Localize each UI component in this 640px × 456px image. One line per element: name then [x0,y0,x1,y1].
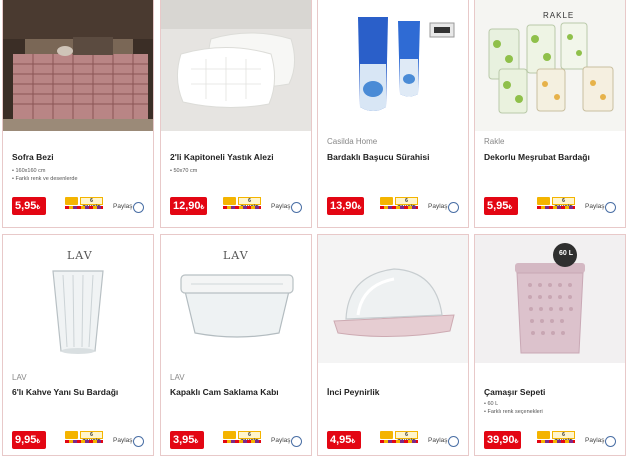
installment-badge: 6 TAKSİT [223,197,261,211]
spec-line: • Farklı renk seçenekleri [484,409,543,415]
price-value: 4,95 [330,434,352,446]
installment-badge: 6 TAKSİT [537,197,575,211]
product-card[interactable]: Casilda Home Bardaklı Başucu Sürahisi 13… [317,0,469,228]
price-badge: 13,90₺ [327,197,365,215]
share-radio-icon[interactable] [133,436,144,447]
product-name[interactable]: Bardaklı Başucu Sürahisi [327,152,430,162]
share-label[interactable]: Paylaş [585,203,605,210]
product-grid: Sofra Bezi • 160x160 cm • Farklı renk ve… [0,0,640,456]
share-label[interactable]: Paylaş [585,437,605,444]
price-badge: 3,95₺ [170,431,204,449]
price-value: 9,95 [15,434,37,446]
installment-label: 6 TAKSİT [238,197,261,211]
product-image[interactable] [475,235,625,363]
brand-logo: LAV [67,249,93,262]
product-brand: Casilda Home [327,137,378,146]
price-value: 39,90 [487,434,515,446]
share-radio-icon[interactable] [291,202,302,213]
product-name[interactable]: Çamaşır Sepeti [484,387,545,397]
installment-badge: 6 TAKSİT [380,197,418,211]
product-name[interactable]: İnci Peynirlik [327,387,379,397]
share-label[interactable]: Paylaş [271,203,291,210]
spec-line: • Farklı renk ve desenlerde [12,176,78,182]
price-currency: ₺ [357,205,362,211]
spec-line: • 60 L [484,401,499,407]
product-card[interactable]: 60 L Çamaşır Sepeti • 60 L • Farklı renk… [474,234,626,456]
installment-label: 6 TAKSİT [80,431,103,445]
share-label[interactable]: Paylaş [271,437,291,444]
product-image[interactable] [3,0,153,131]
product-card[interactable]: LAV LAV Kapaklı Cam Saklama Kabı 3,95₺ 6… [160,234,312,456]
price-value: 13,90 [330,200,358,212]
installment-badge: 6 TAKSİT [380,431,418,445]
price-value: 5,95 [15,200,37,212]
installment-label: 6 TAKSİT [80,197,103,211]
installment-label: 6 TAKSİT [395,431,418,445]
price-currency: ₺ [351,439,356,445]
price-currency: ₺ [36,205,41,211]
price-currency: ₺ [194,439,199,445]
price-currency: ₺ [514,439,519,445]
product-brand: LAV [170,373,185,382]
share-radio-icon[interactable] [605,202,616,213]
product-name[interactable]: 6'lı Kahve Yanı Su Bardağı [12,387,118,397]
installment-badge: 6 TAKSİT [65,197,103,211]
installment-badge: 6 TAKSİT [537,431,575,445]
price-currency: ₺ [36,439,41,445]
product-brand: Rakle [484,137,505,146]
price-badge: 9,95₺ [12,431,46,449]
product-brand: LAV [12,373,27,382]
spec-line: • 50x70 cm [170,168,198,174]
product-card[interactable]: Sofra Bezi • 160x160 cm • Farklı renk ve… [2,0,154,228]
product-card[interactable]: 2'li Kapitoneli Yastık Alezi • 50x70 cm … [160,0,312,228]
share-label[interactable]: Paylaş [113,203,133,210]
product-name[interactable]: 2'li Kapitoneli Yastık Alezi [170,152,274,162]
product-image[interactable] [161,0,311,131]
price-badge: 4,95₺ [327,431,361,449]
installment-badge: 6 TAKSİT [223,431,261,445]
share-radio-icon[interactable] [448,202,459,213]
spec-line: • 160x160 cm [12,168,46,174]
price-badge: 5,95₺ [12,197,46,215]
installment-label: 6 TAKSİT [395,197,418,211]
price-badge: 39,90₺ [484,431,522,449]
installment-label: 6 TAKSİT [552,197,575,211]
share-radio-icon[interactable] [448,436,459,447]
price-value: 12,90 [173,200,201,212]
product-image[interactable] [318,0,468,131]
price-currency: ₺ [508,205,513,211]
price-value: 5,95 [487,200,509,212]
share-radio-icon[interactable] [605,436,616,447]
product-specs: • 160x160 cm • Farklı renk ve desenlerde [12,167,78,183]
share-radio-icon[interactable] [291,436,302,447]
product-card[interactable]: LAV LAV 6'lı Kahve Yanı Su Bardağı 9,95₺… [2,234,154,456]
brand-logo: LAV [223,249,249,262]
share-label[interactable]: Paylaş [428,203,448,210]
capacity-badge: 60 L [558,250,573,257]
product-name[interactable]: Sofra Bezi [12,152,54,162]
product-name[interactable]: Kapaklı Cam Saklama Kabı [170,387,279,397]
product-specs: • 50x70 cm [170,167,197,175]
installment-label: 6 TAKSİT [552,431,575,445]
product-image[interactable] [318,235,468,363]
product-specs: • 60 L • Farklı renk seçenekleri [484,400,543,416]
brand-logo: RAKLE [543,11,575,20]
price-currency: ₺ [200,205,205,211]
product-name[interactable]: Dekorlu Meşrubat Bardağı [484,152,590,162]
product-card[interactable]: RAKLE Rakle Dekorlu Meşrubat Bardağı 5,9… [474,0,626,228]
share-radio-icon[interactable] [133,202,144,213]
price-value: 3,95 [173,434,195,446]
price-badge: 5,95₺ [484,197,518,215]
installment-label: 6 TAKSİT [238,431,261,445]
share-label[interactable]: Paylaş [113,437,133,444]
product-card[interactable]: İnci Peynirlik 4,95₺ 6 TAKSİT Paylaş [317,234,469,456]
share-label[interactable]: Paylaş [428,437,448,444]
price-badge: 12,90₺ [170,197,208,215]
installment-badge: 6 TAKSİT [65,431,103,445]
